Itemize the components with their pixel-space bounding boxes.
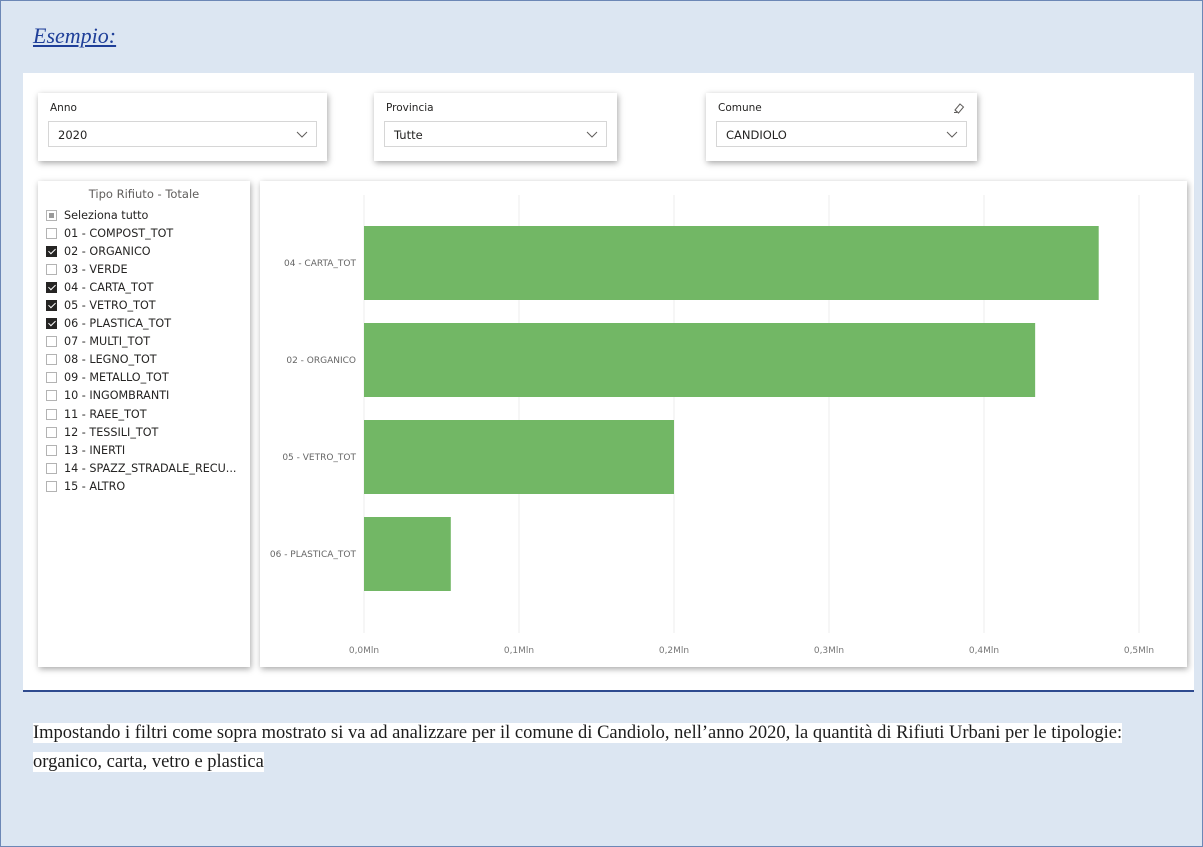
rifiuto-item-label: 14 - SPAZZ_STRADALE_RECU... [64, 461, 237, 475]
rifiuto-item[interactable]: 13 - INERTI [46, 441, 236, 459]
bar-chart: 0,0Mln 0,1Mln 0,2Mln 0,3Mln 0,4Mln 0,5Mln 04 -… [270, 195, 1154, 656]
rifiuto-item-label: 13 - INERTI [64, 443, 126, 457]
caption-text: Impostando i filtri come sopra mostrato … [33, 719, 1173, 777]
rifiuto-item-label: Seleziona tutto [64, 208, 149, 222]
separator-line [23, 690, 1194, 692]
bar[interactable] [364, 226, 1099, 300]
bar[interactable] [364, 420, 674, 494]
y-category-label: 06 - PLASTICA_TOT [270, 550, 357, 560]
checkbox[interactable] [46, 245, 57, 257]
tipo-rifiuto-slicer: Tipo Rifiuto - Totale Seleziona tutto 01 … [38, 181, 250, 667]
rifiuto-item-label: 07 - MULTI_TOT [64, 335, 151, 349]
rifiuto-item-label: 11 - RAEE_TOT [64, 407, 147, 421]
eraser-icon[interactable] [953, 102, 965, 114]
comune-label: Comune [718, 102, 762, 114]
rifiuto-item-label: 02 - ORGANICO [64, 244, 151, 258]
x-tick-label: 0,1Mln [504, 646, 534, 656]
checkbox[interactable] [46, 408, 57, 420]
x-tick-label: 0,5Mln [1124, 646, 1154, 656]
tipo-rifiuto-title: Tipo Rifiuto - Totale [88, 187, 200, 201]
checkbox[interactable] [46, 480, 57, 492]
rifiuto-item-label: 09 - METALLO_TOT [64, 371, 169, 385]
anno-dropdown[interactable]: 2020 [48, 121, 317, 147]
caption-content: Impostando i filtri come sopra mostrato … [33, 723, 1123, 772]
rifiuto-item[interactable]: 14 - SPAZZ_STRADALE_RECU... [46, 459, 236, 477]
rifiuto-item[interactable]: 02 - ORGANICO [46, 242, 236, 260]
bar[interactable] [364, 323, 1036, 397]
rifiuto-item[interactable]: 06 - PLASTICA_TOT [46, 315, 236, 333]
rifiuto-item-label: 10 - INGOMBRANTI [64, 389, 170, 403]
rifiuto-item-label: 04 - CARTA_TOT [64, 280, 154, 294]
checkbox[interactable] [46, 227, 57, 239]
provincia-label: Provincia [386, 102, 434, 114]
rifiuto-item-label: 01 - COMPOST_TOT [64, 226, 174, 240]
checkbox[interactable] [46, 372, 57, 384]
checkbox[interactable] [46, 281, 57, 293]
x-tick-label: 0,2Mln [659, 646, 689, 656]
rifiuto-item[interactable]: 04 - CARTA_TOT [46, 278, 236, 296]
rifiuto-item-label: 15 - ALTRO [64, 479, 126, 493]
y-category-label: 05 - VETRO_TOT [282, 453, 356, 463]
checkbox[interactable] [46, 390, 57, 402]
rifiuto-item[interactable]: Seleziona tutto [46, 206, 236, 224]
chevron-down-icon [586, 131, 598, 138]
rifiuto-item-label: 03 - VERDE [64, 262, 128, 276]
provincia-slicer: Provincia Tutte [374, 93, 617, 161]
rifiuto-item-label: 06 - PLASTICA_TOT [64, 317, 172, 331]
rifiuto-item-label: 05 - VETRO_TOT [64, 299, 156, 313]
checkbox[interactable] [46, 462, 57, 474]
x-tick-label: 0,3Mln [814, 646, 844, 656]
checkbox[interactable] [46, 263, 57, 275]
rifiuto-item[interactable]: 10 - INGOMBRANTI [46, 387, 236, 405]
anno-value: 2020 [58, 128, 88, 142]
y-category-label: 02 - ORGANICO [286, 356, 356, 366]
rifiuto-item[interactable]: 01 - COMPOST_TOT [46, 224, 236, 242]
rifiuto-item[interactable]: 11 - RAEE_TOT [46, 405, 236, 423]
rifiuto-item-label: 08 - LEGNO_TOT [64, 353, 157, 367]
rifiuto-item[interactable]: 08 - LEGNO_TOT [46, 351, 236, 369]
comune-dropdown[interactable]: CANDIOLO [716, 121, 967, 147]
tipo-rifiuto-list: Seleziona tutto 01 - COMPOST_TOT 02 - ORGA… [46, 206, 236, 496]
y-category-label: 04 - CARTA_TOT [284, 259, 356, 269]
comune-slicer: Comune CANDIOLO [706, 93, 977, 161]
comune-value: CANDIOLO [726, 128, 787, 142]
rifiuto-item[interactable]: 05 - VETRO_TOT [46, 296, 236, 314]
rifiuto-item[interactable]: 15 - ALTRO [46, 477, 236, 495]
rifiuto-item-label: 12 - TESSILI_TOT [64, 425, 159, 439]
report-screenshot: Anno 2020 Provincia Tutte Comune CANDIOL… [23, 73, 1194, 690]
provincia-value: Tutte [394, 128, 423, 142]
checkbox[interactable] [46, 444, 57, 456]
checkbox[interactable] [46, 300, 57, 312]
checkbox[interactable] [46, 336, 57, 348]
x-tick-label: 0,0Mln [349, 646, 379, 656]
rifiuto-item[interactable]: 03 - VERDE [46, 260, 236, 278]
chevron-down-icon [946, 131, 958, 138]
anno-slicer: Anno 2020 [38, 93, 327, 161]
x-tick-label: 0,4Mln [969, 646, 999, 656]
checkbox[interactable] [46, 209, 57, 221]
rifiuto-item[interactable]: 09 - METALLO_TOT [46, 369, 236, 387]
example-box: Esempio: Anno 2020 Provincia Tutte Comun… [0, 0, 1203, 847]
rifiuto-item[interactable]: 12 - TESSILI_TOT [46, 423, 236, 441]
checkbox[interactable] [46, 354, 57, 366]
rifiuto-item[interactable]: 07 - MULTI_TOT [46, 333, 236, 351]
anno-label: Anno [50, 102, 77, 114]
checkbox[interactable] [46, 318, 57, 330]
checkbox[interactable] [46, 426, 57, 438]
bar-chart-card: 0,0Mln 0,1Mln 0,2Mln 0,3Mln 0,4Mln 0,5Mln 04 -… [260, 181, 1187, 667]
chevron-down-icon [296, 131, 308, 138]
provincia-dropdown[interactable]: Tutte [384, 121, 607, 147]
bar[interactable] [364, 517, 451, 591]
example-heading: Esempio: [33, 23, 117, 48]
